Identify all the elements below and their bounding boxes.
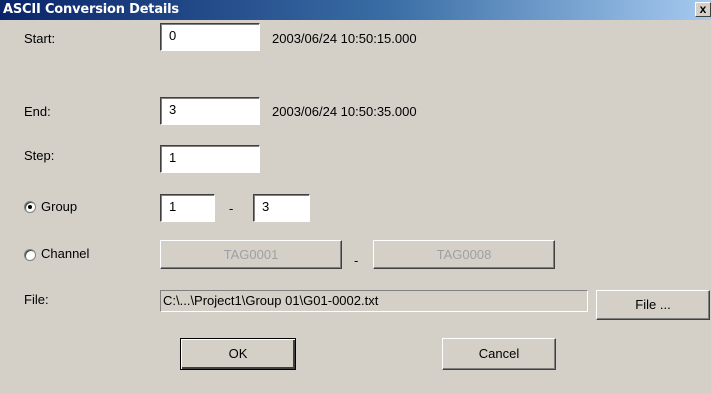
title-bar: ASCII Conversion Details x [0,0,711,20]
ok-button[interactable]: OK [180,338,296,370]
step-input[interactable]: 1 [160,145,260,173]
window-title: ASCII Conversion Details [3,2,179,17]
channel-to-button[interactable]: TAG0008 [373,240,555,269]
channel-range-separator: - [354,253,359,268]
end-label: End: [24,104,51,119]
step-label: Step: [24,148,55,163]
file-label: File: [24,292,49,307]
close-icon: x [699,2,707,16]
radio-selected-dot [28,205,32,209]
end-input[interactable]: 3 [160,97,260,125]
group-to-input[interactable]: 3 [253,194,310,222]
start-timestamp: 2003/06/24 10:50:15.000 [272,31,417,46]
group-radio[interactable] [24,201,36,213]
start-input[interactable]: 0 [160,23,260,51]
channel-from-button[interactable]: TAG0001 [160,240,342,269]
start-label: Start: [24,31,56,46]
group-from-input[interactable]: 1 [160,194,215,222]
group-range-separator: - [229,201,234,216]
group-label[interactable]: Group [41,199,77,214]
file-path-field: C:\...\Project1\Group 01\G01-0002.txt [160,290,588,312]
cancel-button[interactable]: Cancel [442,338,556,370]
ascii-conversion-dialog: ASCII Conversion Details x Start: 0 2003… [0,0,711,394]
channel-label[interactable]: Channel [41,246,89,261]
channel-radio[interactable] [24,249,36,261]
end-timestamp: 2003/06/24 10:50:35.000 [272,104,417,119]
file-browse-button[interactable]: File ... [596,290,710,320]
close-button[interactable]: x [695,2,711,17]
